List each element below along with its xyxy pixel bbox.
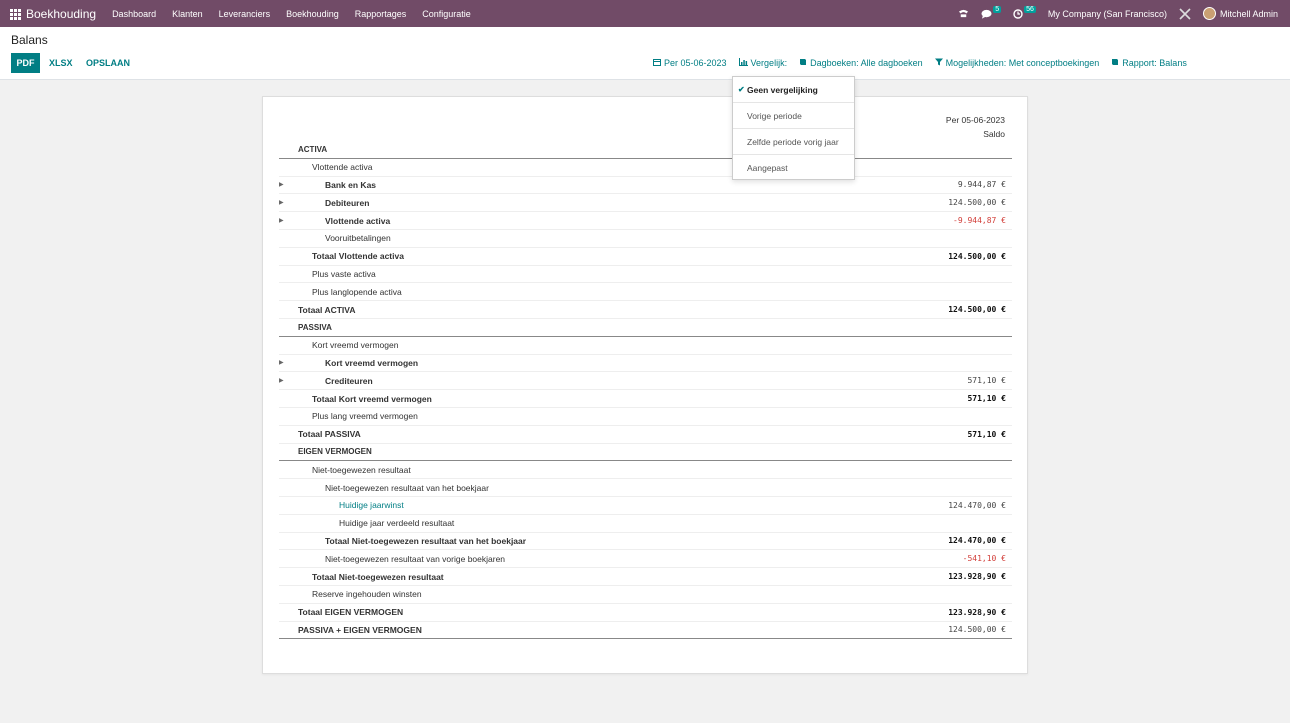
- top-navbar: Boekhouding Dashboard Klanten Leverancie…: [0, 0, 1290, 27]
- options-filter-label: Mogelijkheden: Met conceptboekingen: [945, 58, 1100, 68]
- column-date-header: Per 05-06-2023: [945, 115, 1005, 125]
- caret-right-icon[interactable]: ▶: [279, 377, 284, 384]
- app-name[interactable]: Boekhouding: [26, 7, 96, 21]
- page-title: Balans: [11, 33, 48, 47]
- option-no-comparison[interactable]: ✔ Geen vergelijking: [733, 77, 854, 103]
- report-line[interactable]: ▶ Bank en Kas 9.944,87 €: [279, 177, 1012, 195]
- report-line[interactable]: ▶ Vlottende activa -9.944,87 €: [279, 212, 1012, 230]
- book-icon: [799, 58, 807, 68]
- caret-right-icon[interactable]: ▶: [279, 181, 284, 188]
- report-line[interactable]: Vooruitbetalingen: [279, 230, 1012, 248]
- grand-total-row: PASSIVA + EIGEN VERMOGEN 124.500,00 €: [279, 622, 1012, 640]
- report-line[interactable]: Reserve ingehouden winsten: [279, 586, 1012, 604]
- menu-configuratie[interactable]: Configuratie: [422, 9, 471, 19]
- report-line[interactable]: Huidige jaarwinst 124.470,00 €: [279, 497, 1012, 515]
- journals-filter[interactable]: Dagboeken: Alle dagboeken: [799, 58, 923, 68]
- current-year-earnings-link[interactable]: Huidige jaarwinst: [339, 500, 404, 510]
- option-custom[interactable]: Aangepast: [733, 155, 854, 181]
- report-line[interactable]: ▶ Kort vreemd vermogen: [279, 355, 1012, 373]
- report-line[interactable]: Niet-toegewezen resultaat van het boekja…: [279, 479, 1012, 497]
- caret-right-icon[interactable]: ▶: [279, 359, 284, 366]
- activities-badge: 56: [1024, 6, 1036, 13]
- report-line[interactable]: Kort vreemd vermogen: [279, 337, 1012, 355]
- bar-chart-icon: [738, 58, 748, 68]
- total-row: Totaal Kort vreemd vermogen 571,10 €: [279, 390, 1012, 408]
- report-sheet: Per 05-06-2023 Saldo ACTIVA Vlottende ac…: [262, 96, 1028, 674]
- report-line[interactable]: Niet-toegewezen resultaat van vorige boe…: [279, 550, 1012, 569]
- xlsx-button[interactable]: XLSX: [49, 53, 73, 73]
- report-line[interactable]: Huidige jaar verdeeld resultaat: [279, 515, 1012, 533]
- calendar-icon: [653, 58, 661, 68]
- company-switcher[interactable]: My Company (San Francisco): [1048, 9, 1167, 19]
- option-previous-period[interactable]: Vorige periode: [733, 103, 854, 129]
- menu-klanten[interactable]: Klanten: [172, 9, 203, 19]
- section-row: ACTIVA: [279, 141, 1012, 159]
- total-row: Totaal Niet-toegewezen resultaat van het…: [279, 533, 1012, 551]
- total-row: Totaal PASSIVA 571,10 €: [279, 426, 1012, 444]
- user-menu[interactable]: Mitchell Admin: [1202, 7, 1278, 20]
- menu-boekhouding[interactable]: Boekhouding: [286, 9, 339, 19]
- control-panel: Balans PDF XLSX OPSLAAN Per 05-06-2023 V…: [0, 27, 1290, 80]
- date-filter[interactable]: Per 05-06-2023: [653, 58, 727, 68]
- compare-filter-label: Vergelijk:: [750, 58, 788, 68]
- report-line[interactable]: Vlottende activa: [279, 159, 1012, 177]
- compare-filter[interactable]: Vergelijk:: [738, 58, 788, 68]
- menu-dashboard[interactable]: Dashboard: [112, 9, 156, 19]
- filter-icon: [934, 58, 943, 68]
- total-row: Totaal ACTIVA 124.500,00 €: [279, 301, 1012, 319]
- report-line[interactable]: ▶ Debiteuren 124.500,00 €: [279, 194, 1012, 213]
- options-filter[interactable]: Mogelijkheden: Met conceptboekingen: [934, 58, 1100, 68]
- total-row: Totaal Niet-toegewezen resultaat 123.928…: [279, 568, 1012, 586]
- user-name: Mitchell Admin: [1219, 8, 1278, 19]
- avatar: [1202, 7, 1216, 20]
- phone-icon[interactable]: [958, 8, 969, 19]
- report-lines: ACTIVA Vlottende activa ▶ Bank en Kas 9.…: [279, 141, 1012, 640]
- report-filters: Per 05-06-2023 Vergelijk: Dagboeken: All…: [653, 53, 1199, 73]
- column-saldo-header: Saldo: [983, 129, 1005, 139]
- activities-icon[interactable]: 56: [1013, 6, 1036, 19]
- apps-menu-icon[interactable]: [10, 8, 21, 20]
- report-line[interactable]: Plus langlopende activa: [279, 283, 1012, 302]
- messages-icon[interactable]: 5: [981, 6, 1002, 19]
- date-filter-label: Per 05-06-2023: [664, 58, 727, 68]
- caret-right-icon[interactable]: ▶: [279, 199, 284, 206]
- report-line[interactable]: Plus lang vreemd vermogen: [279, 408, 1012, 426]
- menu-rapportages[interactable]: Rapportages: [355, 9, 407, 19]
- debug-tools-icon[interactable]: [1179, 7, 1191, 20]
- report-line[interactable]: Plus vaste activa: [279, 266, 1012, 284]
- caret-right-icon[interactable]: ▶: [279, 217, 284, 224]
- section-row: EIGEN VERMOGEN: [279, 444, 1012, 462]
- report-filter-label: Rapport: Balans: [1122, 58, 1187, 68]
- report-line[interactable]: ▶ Crediteuren 571,10 €: [279, 372, 1012, 391]
- report-line[interactable]: Niet-toegewezen resultaat: [279, 461, 1012, 480]
- comparison-dropdown: ✔ Geen vergelijking Vorige periode Zelfd…: [732, 76, 855, 180]
- check-icon: ✔: [738, 85, 745, 94]
- menu-leveranciers[interactable]: Leveranciers: [219, 9, 271, 19]
- total-row: Totaal Vlottende activa 124.500,00 €: [279, 248, 1012, 266]
- messages-badge: 5: [993, 6, 1002, 13]
- pdf-button[interactable]: PDF: [11, 53, 40, 73]
- section-row: PASSIVA: [279, 319, 1012, 337]
- option-same-period-last-year[interactable]: Zelfde periode vorig jaar: [733, 129, 854, 155]
- book-icon: [1111, 58, 1119, 68]
- total-row: Totaal EIGEN VERMOGEN 123.928,90 €: [279, 604, 1012, 622]
- journals-filter-label: Dagboeken: Alle dagboeken: [810, 58, 923, 68]
- report-filter[interactable]: Rapport: Balans: [1111, 58, 1187, 68]
- save-button[interactable]: OPSLAAN: [86, 53, 130, 73]
